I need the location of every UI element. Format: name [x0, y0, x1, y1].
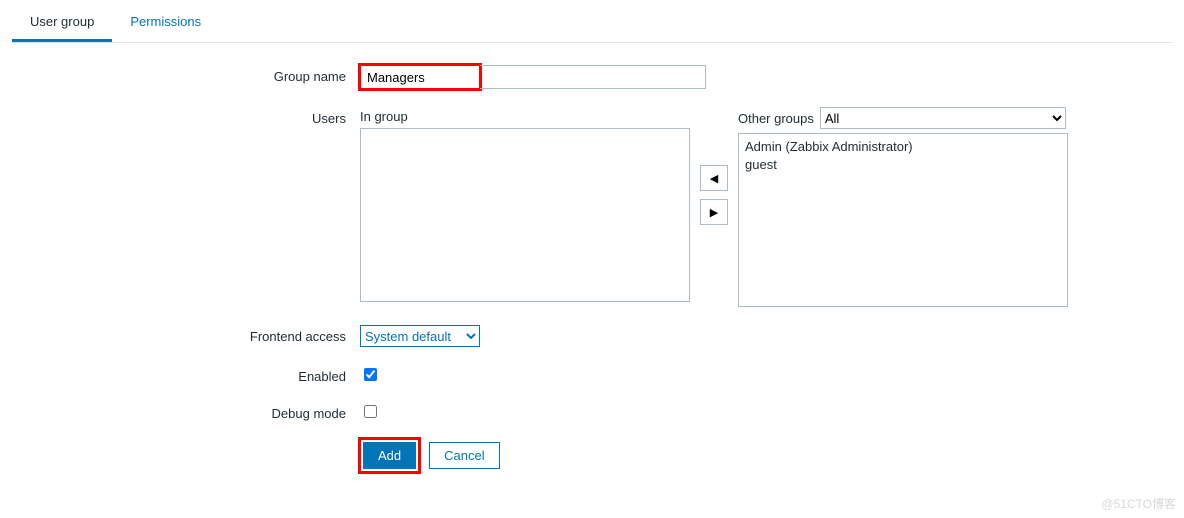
add-button[interactable]: Add: [363, 442, 416, 469]
frontend-access-select[interactable]: System default: [360, 325, 480, 347]
label-other-groups: Other groups: [738, 111, 814, 126]
other-groups-listbox[interactable]: Admin (Zabbix Administrator) guest: [738, 133, 1068, 307]
label-users: Users: [12, 107, 360, 126]
cancel-button[interactable]: Cancel: [429, 442, 499, 469]
enabled-checkbox[interactable]: [364, 368, 377, 381]
label-frontend-access: Frontend access: [12, 325, 360, 344]
tab-user-group[interactable]: User group: [12, 6, 112, 42]
debug-mode-checkbox[interactable]: [364, 405, 377, 418]
label-group-name: Group name: [12, 65, 360, 84]
label-in-group: In group: [360, 107, 690, 124]
list-item[interactable]: Admin (Zabbix Administrator): [745, 138, 1061, 156]
move-right-button[interactable]: ▶: [700, 199, 728, 225]
label-debug-mode: Debug mode: [12, 402, 360, 421]
move-left-button[interactable]: ◀: [700, 165, 728, 191]
other-groups-select[interactable]: All: [820, 107, 1066, 129]
tab-permissions[interactable]: Permissions: [112, 6, 219, 42]
in-group-listbox[interactable]: [360, 128, 690, 302]
label-enabled: Enabled: [12, 365, 360, 384]
group-name-input[interactable]: [360, 65, 480, 89]
watermark: @51CTO博客: [1101, 495, 1176, 512]
list-item[interactable]: guest: [745, 156, 1061, 174]
